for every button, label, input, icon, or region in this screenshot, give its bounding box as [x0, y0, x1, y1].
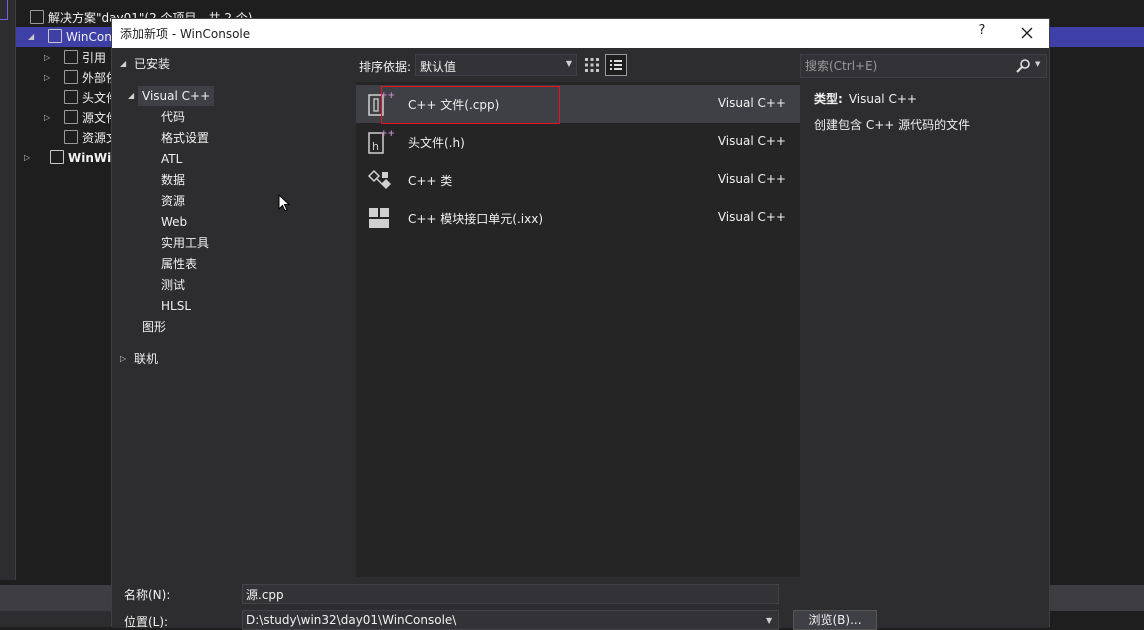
category-atl[interactable]: ATL	[161, 149, 182, 169]
category-web[interactable]: Web	[161, 212, 187, 232]
template-name: 头文件(.h)	[408, 136, 465, 150]
sort-toolbar: 排序依据: 默认值 ▼	[356, 53, 800, 77]
search-icon[interactable]	[1015, 58, 1031, 74]
collapse-arrow-icon[interactable]: ◢	[120, 54, 126, 74]
category-hlsl[interactable]: HLSL	[161, 296, 191, 316]
tree-item-references[interactable]: ▷ 引用	[44, 48, 106, 68]
expand-arrow-icon[interactable]: ▷	[120, 349, 126, 369]
sort-value: 默认值	[420, 60, 457, 74]
category-graphics[interactable]: 图形	[142, 317, 166, 337]
category-property-sheet[interactable]: 属性表	[161, 254, 197, 274]
collapse-arrow-icon[interactable]: ◢	[128, 86, 134, 106]
search-input[interactable]	[801, 55, 1011, 77]
grid-view-icon[interactable]	[581, 54, 603, 76]
ide-status-strip	[1050, 585, 1144, 611]
help-button[interactable]: ?	[972, 23, 992, 43]
template-language: Visual C++	[717, 172, 786, 186]
sort-label: 排序依据:	[359, 60, 412, 74]
template-item-cpp-file[interactable]: ++ C++ 文件(.cpp) Visual C++	[356, 85, 800, 123]
template-language: Visual C++	[717, 96, 786, 110]
type-row: 类型: Visual C++	[814, 89, 1044, 109]
name-label: 名称(N):	[124, 588, 171, 602]
external-deps-icon	[64, 70, 78, 84]
ide-status-strip	[0, 611, 111, 627]
template-description: 创建包含 C++ 源代码的文件	[814, 118, 971, 132]
list-view-icon[interactable]	[605, 54, 627, 76]
location-label: 位置(L):	[124, 615, 169, 629]
svg-text:h: h	[372, 140, 379, 153]
ide-left-toolbar	[0, 0, 16, 580]
expand-arrow-icon[interactable]: ▷	[44, 113, 54, 123]
project-node-winwin[interactable]: ▷ WinWin	[24, 148, 120, 168]
svg-text:++: ++	[380, 129, 394, 139]
ide-status-strip	[0, 585, 111, 611]
category-label: 联机	[134, 352, 159, 366]
sort-dropdown[interactable]: 默认值 ▼	[415, 54, 577, 76]
template-item-module[interactable]: C++ 模块接口单元(.ixx) Visual C++	[356, 199, 800, 237]
mouse-cursor-icon	[278, 194, 290, 212]
svg-text:++: ++	[380, 91, 394, 101]
category-visual-cpp-label[interactable]: Visual C++	[138, 86, 215, 106]
collapse-arrow-icon[interactable]: ◢	[28, 32, 38, 42]
category-code[interactable]: 代码	[161, 107, 185, 127]
name-field[interactable]	[242, 584, 779, 604]
folder-icon	[64, 130, 78, 144]
folder-icon	[64, 110, 78, 124]
cpp-file-icon: ++	[368, 91, 394, 116]
expand-arrow-icon[interactable]: ▷	[44, 73, 54, 83]
chevron-down-icon: ▼	[565, 59, 572, 68]
project-icon	[48, 29, 62, 43]
project-icon	[50, 150, 64, 164]
category-test[interactable]: 测试	[161, 275, 185, 295]
dialog-title-bar[interactable]: 添加新项 - WinConsole ?	[112, 19, 1049, 48]
solution-icon	[30, 10, 44, 24]
folder-icon	[64, 90, 78, 104]
category-installed[interactable]: ◢ 已安装	[120, 54, 170, 74]
search-field[interactable]: ▼	[800, 54, 1047, 78]
chevron-down-icon[interactable]: ▼	[1035, 60, 1040, 68]
expand-arrow-icon[interactable]: ▷	[44, 53, 54, 63]
details-pane: 类型: Visual C++ 创建包含 C++ 源代码的文件	[814, 89, 1044, 135]
category-data[interactable]: 数据	[161, 170, 185, 190]
class-icon	[367, 169, 391, 189]
tree-item-label: 引用	[82, 51, 107, 65]
module-icon	[369, 208, 389, 228]
template-name: C++ 类	[408, 174, 453, 188]
template-item-header-file[interactable]: h ++ 头文件(.h) Visual C++	[356, 123, 800, 161]
category-formatting[interactable]: 格式设置	[161, 128, 209, 148]
template-name: C++ 文件(.cpp)	[408, 98, 500, 112]
template-language: Visual C++	[717, 210, 786, 224]
references-icon	[64, 50, 78, 64]
tree-item-sources[interactable]: ▷ 源文件	[44, 108, 118, 128]
type-label: 类型:	[814, 92, 843, 106]
close-icon[interactable]	[1016, 22, 1038, 44]
expand-arrow-icon[interactable]: ▷	[24, 153, 34, 163]
type-value: Visual C++	[848, 92, 917, 106]
header-file-icon: h ++	[368, 129, 394, 154]
template-item-cpp-class[interactable]: C++ 类 Visual C++	[356, 161, 800, 199]
template-name: C++ 模块接口单元(.ixx)	[408, 212, 544, 226]
browse-button[interactable]: 浏览(B)...	[793, 610, 877, 630]
name-location-panel: 名称(N): 位置(L): ▼ 浏览(B)...	[112, 577, 1049, 630]
template-language: Visual C++	[717, 134, 786, 148]
category-label: 已安装	[134, 57, 171, 71]
add-new-item-dialog: 添加新项 - WinConsole ? ◢ 已安装 ◢ Visual C++ 代…	[111, 18, 1050, 630]
location-field[interactable]	[242, 610, 779, 630]
ide-left-marker	[0, 0, 8, 20]
category-utility[interactable]: 实用工具	[161, 233, 209, 253]
chevron-down-icon[interactable]: ▼	[766, 616, 772, 625]
tree-item-headers[interactable]: 头文件	[64, 88, 118, 108]
category-resource[interactable]: 资源	[161, 191, 185, 211]
template-list: ++ C++ 文件(.cpp) Visual C++ h ++ 头文件(.h) …	[356, 82, 800, 578]
category-tree: ◢ 已安装 ◢ Visual C++ 代码 格式设置 ATL 数据 资源 Web…	[112, 48, 356, 577]
dialog-title: 添加新项 - WinConsole	[120, 27, 251, 41]
category-online[interactable]: ▷ 联机	[120, 349, 158, 369]
